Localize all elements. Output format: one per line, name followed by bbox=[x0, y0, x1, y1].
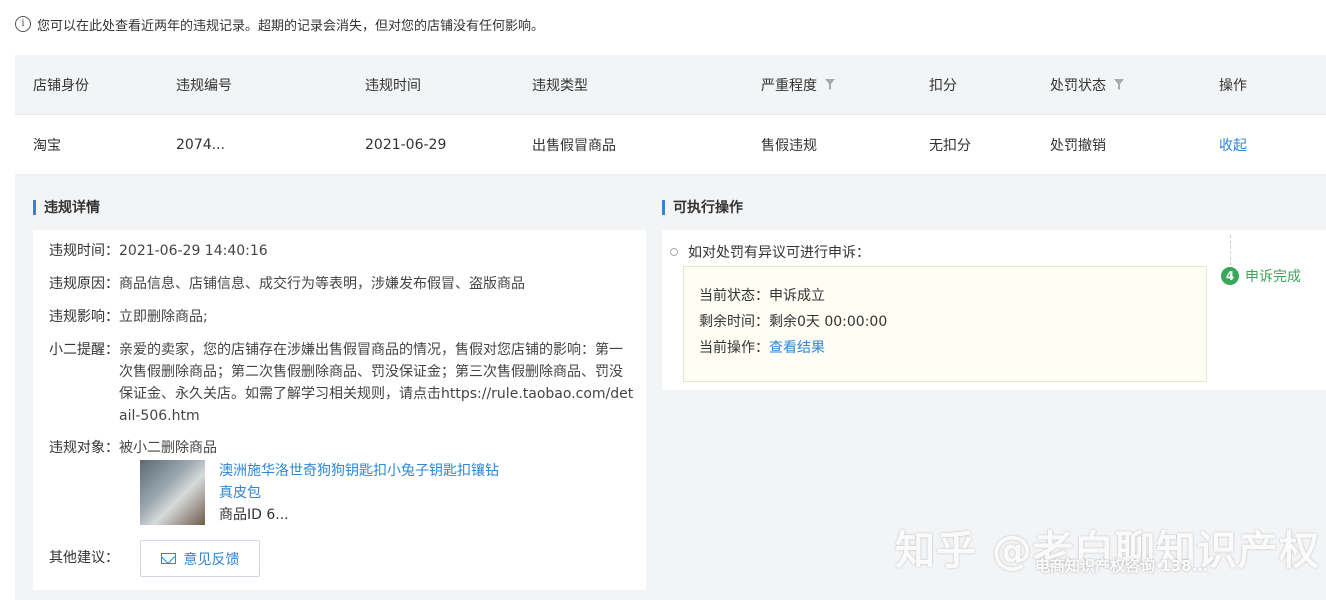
title-bar bbox=[33, 199, 36, 215]
info-icon: i bbox=[15, 16, 31, 32]
detail-object-row: 违规对象： 被小二删除商品 bbox=[49, 437, 217, 459]
detail-impact-value: 立即删除商品; bbox=[119, 309, 208, 325]
appeal-status-box: 当前状态：申诉成立 剩余时间：剩余0天 00:00:00 当前操作：查看结果 bbox=[683, 266, 1207, 382]
detail-object-label: 违规对象： bbox=[49, 440, 119, 456]
table-header: 店铺身份 违规编号 违规时间 违规类型 严重程度 扣分 处罚状态 操作 bbox=[15, 55, 1326, 115]
feedback-button-label: 意见反馈 bbox=[183, 551, 240, 568]
header-action: 操作 bbox=[1219, 77, 1247, 94]
actions-card: 如对处罚有异议可进行申诉： 当前状态：申诉成立 剩余时间：剩余0天 00:00:… bbox=[662, 230, 1326, 390]
detail-time-label: 违规时间： bbox=[49, 243, 119, 259]
detail-impact-row: 违规影响： 立即删除商品; bbox=[49, 306, 208, 328]
detail-reason-label: 违规原因： bbox=[49, 276, 119, 292]
feedback-button[interactable]: 意见反馈 bbox=[140, 540, 260, 577]
header-deduction: 扣分 bbox=[929, 77, 957, 94]
detail-reason-row: 违规原因： 商品信息、店铺信息、成交行为等表明，涉嫌发布假冒、盗版商品 bbox=[49, 273, 525, 295]
product-item[interactable]: 澳洲施华洛世奇狗狗钥匙扣小兔子钥匙扣镶钻真皮包 商品ID 6... bbox=[140, 460, 499, 528]
detail-reason-value: 商品信息、店铺信息、成交行为等表明，涉嫌发布假冒、盗版商品 bbox=[119, 276, 525, 292]
detail-title-text: 违规详情 bbox=[44, 200, 100, 216]
status-label: 当前状态： bbox=[699, 288, 769, 304]
cell-deduction: 无扣分 bbox=[929, 137, 971, 154]
operation-label: 当前操作： bbox=[699, 340, 769, 356]
detail-suggestion-row: 其他建议： bbox=[49, 547, 119, 569]
cell-shop-identity: 淘宝 bbox=[33, 137, 61, 154]
header-penalty-status[interactable]: 处罚状态 bbox=[1050, 75, 1124, 95]
notice-text: 您可以在此处查看近两年的违规记录。超期的记录会消失，但对您的店铺没有任何影响。 bbox=[37, 18, 545, 34]
cell-violation-type: 出售假冒商品 bbox=[532, 137, 616, 154]
detail-reminder-label: 小二提醒： bbox=[49, 342, 119, 358]
view-result-link[interactable]: 查看结果 bbox=[769, 340, 825, 356]
step-number-badge: 4 bbox=[1221, 267, 1239, 285]
header-severity-label: 严重程度 bbox=[761, 77, 817, 94]
appeal-text: 如对处罚有异议可进行申诉： bbox=[688, 245, 870, 261]
product-thumbnail[interactable] bbox=[140, 460, 205, 525]
step-connector bbox=[1230, 235, 1231, 265]
actions-title-text: 可执行操作 bbox=[673, 200, 743, 216]
detail-impact-label: 违规影响： bbox=[49, 309, 119, 325]
step-label: 申诉完成 bbox=[1245, 269, 1301, 285]
collapse-link[interactable]: 收起 bbox=[1219, 135, 1247, 155]
mail-icon bbox=[160, 553, 176, 564]
remaining-label: 剩余时间： bbox=[699, 314, 769, 330]
title-bar bbox=[662, 199, 665, 215]
header-penalty-status-label: 处罚状态 bbox=[1050, 77, 1106, 94]
appeal-line: 如对处罚有异议可进行申诉： bbox=[670, 242, 870, 262]
cell-penalty-status: 处罚撤销 bbox=[1050, 137, 1106, 154]
step-appeal-complete: 4 申诉完成 bbox=[1221, 266, 1301, 286]
cell-severity: 售假违规 bbox=[761, 137, 817, 154]
header-shop-identity: 店铺身份 bbox=[33, 77, 89, 94]
product-id: 商品ID 6... bbox=[219, 507, 289, 523]
header-violation-time: 违规时间 bbox=[365, 77, 421, 94]
detail-reminder-value: 亲爱的卖家，您的店铺存在涉嫌出售假冒商品的情况，售假对您店铺的影响：第一次售假删… bbox=[119, 342, 634, 424]
cell-violation-no: 2074... bbox=[176, 136, 225, 153]
remaining-value: 剩余0天 00:00:00 bbox=[769, 314, 888, 330]
detail-section-title: 违规详情 bbox=[33, 197, 100, 217]
status-value: 申诉成立 bbox=[769, 288, 825, 304]
header-severity[interactable]: 严重程度 bbox=[761, 75, 835, 95]
timeline-dot-icon bbox=[670, 248, 678, 256]
operation-row: 当前操作：查看结果 bbox=[699, 337, 825, 359]
detail-suggestion-label: 其他建议： bbox=[49, 550, 119, 566]
filter-icon[interactable] bbox=[825, 79, 835, 90]
watermark-sub: 电商知识产权咨询 138... bbox=[1035, 557, 1209, 575]
table-row: 淘宝 2074... 2021-06-29 出售假冒商品 售假违规 无扣分 处罚… bbox=[15, 115, 1326, 175]
status-row: 当前状态：申诉成立 bbox=[699, 285, 825, 307]
detail-time-value: 2021-06-29 14:40:16 bbox=[119, 243, 268, 259]
header-violation-no: 违规编号 bbox=[176, 77, 232, 94]
notice-banner: i 您可以在此处查看近两年的违规记录。超期的记录会消失，但对您的店铺没有任何影响… bbox=[15, 14, 544, 34]
actions-section-title: 可执行操作 bbox=[662, 197, 743, 217]
header-violation-type: 违规类型 bbox=[532, 77, 588, 94]
product-title-link[interactable]: 澳洲施华洛世奇狗狗钥匙扣小兔子钥匙扣镶钻真皮包 bbox=[219, 460, 509, 504]
violation-detail-card: 违规时间： 2021-06-29 14:40:16 违规原因： 商品信息、店铺信… bbox=[33, 230, 646, 590]
cell-violation-time: 2021-06-29 bbox=[365, 136, 447, 153]
violation-table: 店铺身份 违规编号 违规时间 违规类型 严重程度 扣分 处罚状态 操作 淘宝 2… bbox=[15, 55, 1326, 175]
remaining-row: 剩余时间：剩余0天 00:00:00 bbox=[699, 311, 887, 333]
filter-icon[interactable] bbox=[1114, 79, 1124, 90]
detail-time-row: 违规时间： 2021-06-29 14:40:16 bbox=[49, 240, 268, 262]
detail-reminder-row: 小二提醒： 亲爱的卖家，您的店铺存在涉嫌出售假冒商品的情况，售假对您店铺的影响：… bbox=[49, 339, 634, 427]
detail-object-value: 被小二删除商品 bbox=[119, 440, 217, 456]
